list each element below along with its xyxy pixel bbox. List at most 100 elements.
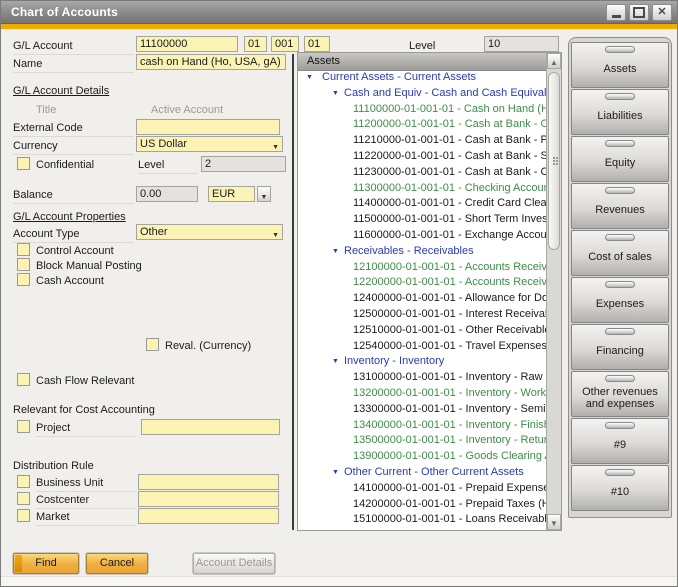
scroll-down-button[interactable]: ▼ <box>547 514 561 530</box>
tree-item-label: Inventory - Inventory <box>344 355 444 367</box>
collapse-arrow-icon[interactable]: ▼ <box>332 86 339 102</box>
window-bottom-strip <box>1 576 677 586</box>
tree-item[interactable]: 12200000-01-001-01 - Accounts Receivable… <box>298 275 546 291</box>
tree-item[interactable]: 11400000-01-001-01 - Credit Card Clearin… <box>298 196 546 212</box>
tree-item[interactable]: 11220000-01-001-01 - Cash at Bank - Savi… <box>298 149 546 165</box>
gl-segment-3-input[interactable] <box>304 36 330 52</box>
drawer-other-revenues-and-expenses[interactable]: Other revenues and expenses <box>571 371 669 417</box>
cancel-button[interactable]: Cancel <box>86 553 148 574</box>
tree-item[interactable]: ▼Receivables - Receivables <box>298 244 546 260</box>
minimize-button[interactable] <box>606 4 626 21</box>
tree-item[interactable]: 11600000-01-001-01 - Exchange Account (H <box>298 228 546 244</box>
close-button[interactable]: ✕ <box>652 4 672 21</box>
drawer-handle-icon <box>605 469 635 476</box>
drawer-label: #10 <box>611 486 629 498</box>
tree-item[interactable]: 14200000-01-001-01 - Prepaid Taxes (HO, … <box>298 497 546 513</box>
tree-scrollbar[interactable]: ▲ ▼ <box>546 53 561 530</box>
collapse-arrow-icon[interactable]: ▼ <box>332 354 339 370</box>
drawer-expenses[interactable]: Expenses <box>571 277 669 323</box>
tree-item-label: 12510000-01-001-01 - Other Receivables (… <box>353 324 546 336</box>
drawer-liabilities[interactable]: Liabilities <box>571 89 669 135</box>
tree-item[interactable]: 12510000-01-001-01 - Other Receivables (… <box>298 323 546 339</box>
tree-item[interactable]: 13900000-01-001-01 - Goods Clearing Acco… <box>298 449 546 465</box>
project-input[interactable] <box>141 419 280 435</box>
collapse-arrow-icon[interactable]: ▼ <box>332 465 339 481</box>
tree-item-label: 13100000-01-001-01 - Inventory - Raw Mat… <box>353 371 546 383</box>
external-code-input[interactable] <box>136 119 280 135</box>
confidential-label: Confidential <box>36 159 94 173</box>
collapse-arrow-icon[interactable]: ▼ <box>332 244 339 260</box>
drawer-revenues[interactable]: Revenues <box>571 183 669 229</box>
drawer--10[interactable]: #10 <box>571 465 669 511</box>
tree-item[interactable]: ▼ Current Assets - Current Assets <box>298 70 546 86</box>
tree-item[interactable]: 12100000-01-001-01 - Accounts Receivable… <box>298 260 546 276</box>
business-unit-checkbox[interactable] <box>17 475 30 488</box>
reval-currency-checkbox[interactable] <box>146 338 159 351</box>
tree-item[interactable]: 11230000-01-001-01 - Cash at Bank - Cred… <box>298 165 546 181</box>
tree-item[interactable]: 13400000-01-001-01 - Inventory - Finishe… <box>298 418 546 434</box>
control-account-checkbox[interactable] <box>17 243 30 256</box>
business-unit-label: Business Unit <box>36 477 136 492</box>
balance-currency-dropdown-button[interactable]: ▼ <box>257 186 271 202</box>
confidential-checkbox[interactable] <box>17 157 30 170</box>
drawer-cost-of-sales[interactable]: Cost of sales <box>571 230 669 276</box>
market-input[interactable] <box>138 508 279 524</box>
panel-divider <box>292 54 294 530</box>
drawer-financing[interactable]: Financing <box>571 324 669 370</box>
tree-item-label: 13400000-01-001-01 - Inventory - Finishe… <box>353 419 546 431</box>
tree-item[interactable]: 11100000-01-001-01 - Cash on Hand (HO, U <box>298 102 546 118</box>
drawer-label: Cost of sales <box>588 251 652 263</box>
name-input[interactable] <box>136 54 286 70</box>
tree-item[interactable]: 13100000-01-001-01 - Inventory - Raw Mat… <box>298 370 546 386</box>
scrollbar-grip-icon <box>553 157 555 159</box>
tree-item-label: Current Assets - Current Assets <box>322 71 476 83</box>
tree-item[interactable]: 11200000-01-001-01 - Cash at Bank - Chec… <box>298 117 546 133</box>
maximize-button[interactable] <box>629 4 649 21</box>
currency-dropdown[interactable]: US Dollar ▼ <box>136 136 283 152</box>
market-checkbox[interactable] <box>17 509 30 522</box>
gl-segment-2-input[interactable] <box>271 36 299 52</box>
tree-items: ▼ Current Assets - Current Assets ▼Cash an… <box>298 70 546 530</box>
tree-item[interactable]: 11300000-01-001-01 - Checking Account Cl… <box>298 181 546 197</box>
tree-item[interactable]: 13500000-01-001-01 - Inventory - Returns… <box>298 433 546 449</box>
find-button[interactable]: Find <box>13 553 79 574</box>
tree-item[interactable]: 15100000-01-001-01 - Loans Receivable - … <box>298 512 546 528</box>
gl-segment-1-input[interactable] <box>244 36 267 52</box>
scroll-up-button[interactable]: ▲ <box>547 53 561 69</box>
drawer--9[interactable]: #9 <box>571 418 669 464</box>
cash-flow-relevant-checkbox[interactable] <box>17 373 30 386</box>
tree-item[interactable]: 13300000-01-001-01 - Inventory - Semi Fi… <box>298 402 546 418</box>
tree-item[interactable]: 13200000-01-001-01 - Inventory - Work In… <box>298 386 546 402</box>
business-unit-input[interactable] <box>138 474 279 490</box>
drawer-handle-icon <box>605 140 635 147</box>
tree-item[interactable]: 14100000-01-001-01 - Prepaid Expenses (H… <box>298 481 546 497</box>
account-details-button[interactable]: Account Details <box>193 553 275 574</box>
drawer-equity[interactable]: Equity <box>571 136 669 182</box>
costcenter-input[interactable] <box>138 491 279 507</box>
level-input <box>201 156 286 172</box>
balance-currency-input[interactable] <box>208 186 255 202</box>
tree-item-label: 11210000-01-001-01 - Cash at Bank - Payr… <box>353 134 546 146</box>
scrollbar-thumb[interactable] <box>548 72 560 250</box>
drawer-label: Other revenues and expenses <box>574 386 666 410</box>
cash-account-checkbox[interactable] <box>17 273 30 286</box>
tree-item[interactable]: ▼Other Current - Other Current Assets <box>298 465 546 481</box>
block-manual-posting-checkbox[interactable] <box>17 258 30 271</box>
drawer-assets[interactable]: Assets <box>571 42 669 88</box>
cash-flow-relevant-label: Cash Flow Relevant <box>36 375 134 389</box>
drawer-label: Liabilities <box>597 110 642 122</box>
collapse-arrow-icon[interactable]: ▼ <box>306 70 313 86</box>
project-checkbox[interactable] <box>17 420 30 433</box>
gl-account-input[interactable] <box>136 36 238 52</box>
costcenter-checkbox[interactable] <box>17 492 30 505</box>
tree-item[interactable]: 12540000-01-001-01 - Travel Expenses - A… <box>298 339 546 355</box>
account-type-dropdown[interactable]: Other ▼ <box>136 224 283 240</box>
tree-item[interactable]: 12400000-01-001-01 - Allowance for Doubt… <box>298 291 546 307</box>
tree-item[interactable]: 12500000-01-001-01 - Interest Receivable… <box>298 307 546 323</box>
tree-item[interactable]: ▼Cash and Equiv - Cash and Cash Equivale… <box>298 86 546 102</box>
tree-item[interactable]: 11210000-01-001-01 - Cash at Bank - Payr… <box>298 133 546 149</box>
tree-item-label: 14200000-01-001-01 - Prepaid Taxes (HO, … <box>353 498 546 510</box>
reval-currency-label: Reval. (Currency) <box>165 340 251 354</box>
tree-item[interactable]: 11500000-01-001-01 - Short Term Investme… <box>298 212 546 228</box>
tree-item[interactable]: ▼ Inventory - Inventory <box>298 354 546 370</box>
